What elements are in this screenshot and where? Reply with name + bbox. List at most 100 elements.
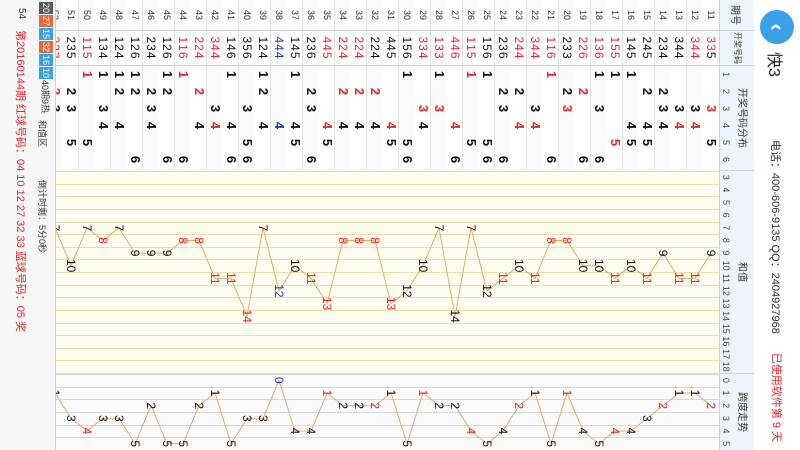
open-digit: 5 bbox=[80, 51, 94, 60]
distribution-mark: 1 bbox=[288, 70, 303, 79]
table-row[interactable]: 12 344 3 4 bbox=[686, 0, 703, 171]
table-row[interactable]: 18 136 1 3 6 bbox=[590, 0, 607, 171]
table-row[interactable]: 27 446 4 6 bbox=[446, 0, 463, 171]
table-row[interactable]: 15 245 2 4 5 bbox=[638, 0, 655, 171]
table-row[interactable]: 39 124 1 2 4 bbox=[254, 0, 271, 171]
distribution-mark: 1 bbox=[432, 70, 447, 79]
header-sum: 和值 3 4 5 6 7 8 9 10 11 12 13 14 15 16 17 18 bbox=[720, 171, 754, 374]
span-value: 2 bbox=[432, 402, 446, 409]
distribution-mark: 1 bbox=[400, 70, 415, 79]
table-row[interactable]: 17 155 1 5 bbox=[606, 0, 623, 171]
table-row[interactable]: 43 224 2 4 bbox=[190, 0, 207, 171]
issue-number: 12 bbox=[687, 0, 703, 31]
open-number: 136 bbox=[591, 31, 607, 66]
open-number: 356 bbox=[239, 31, 255, 66]
table-row[interactable]: 23 244 2 4 bbox=[510, 0, 527, 171]
distribution-mark: 3 bbox=[688, 104, 703, 113]
distribution-mark: 4 bbox=[256, 121, 271, 130]
table-row[interactable]: 28 133 1 3 bbox=[430, 0, 447, 171]
open-digit: 1 bbox=[112, 36, 126, 45]
sum-value: 11 bbox=[208, 272, 222, 285]
table-row[interactable]: 14 234 2 3 4 bbox=[654, 0, 671, 171]
contact-info: 电话：400-606-9135 QQ：2404927968 bbox=[769, 140, 781, 334]
table-row[interactable]: 19 226 2 6 bbox=[574, 0, 591, 171]
open-digit: 2 bbox=[576, 36, 590, 45]
open-digit: 1 bbox=[128, 36, 142, 45]
open-number: 156 bbox=[479, 31, 495, 66]
open-digit: 4 bbox=[256, 51, 270, 60]
table-row[interactable]: 40 356 3 5 6 bbox=[238, 0, 255, 171]
sum-value: 12 bbox=[272, 284, 286, 298]
distribution-mark: 1 bbox=[464, 70, 479, 79]
distribution-mark: 2 bbox=[512, 87, 527, 96]
table-row[interactable]: 35 445 4 5 bbox=[318, 0, 335, 171]
distribution-mark: 4 bbox=[656, 121, 671, 130]
table-row[interactable]: 22 344 3 4 bbox=[526, 0, 543, 171]
header-issue: 期号 bbox=[720, 0, 754, 31]
table-row[interactable]: 48 124 1 2 4 bbox=[110, 0, 127, 171]
table-row[interactable]: 44 116 1 6 bbox=[174, 0, 191, 171]
issue-number: 38 bbox=[271, 0, 287, 31]
table-row[interactable]: 34 224 2 4 bbox=[334, 0, 351, 171]
distribution-mark: 1 bbox=[80, 70, 95, 79]
table-row[interactable]: 41 146 1 4 6 bbox=[222, 0, 239, 171]
table-row[interactable]: 50 115 1 5 bbox=[78, 0, 95, 171]
table-row[interactable]: 20 233 2 3 bbox=[558, 0, 575, 171]
back-button[interactable]: ‹ bbox=[760, 10, 794, 44]
open-digit: 3 bbox=[432, 51, 446, 60]
sum-value: 11 bbox=[496, 272, 510, 285]
open-digit: 2 bbox=[640, 36, 654, 45]
table-row[interactable]: 26 115 1 5 bbox=[462, 0, 479, 171]
trend-grid[interactable]: 11 335 3 5 9 2 12 344 3 4 11 1 13 344 3 4 11 1 14 234 2 3 4 9 2 1… bbox=[0, 0, 719, 450]
distribution-mark: 5 bbox=[80, 138, 95, 147]
table-row[interactable]: 21 116 1 6 bbox=[542, 0, 559, 171]
issue-number: 31 bbox=[383, 0, 399, 31]
sum-value: 10 bbox=[416, 259, 430, 273]
table-row[interactable]: 31 445 4 5 bbox=[382, 0, 399, 171]
table-row[interactable]: 45 126 1 2 6 bbox=[158, 0, 175, 171]
open-digit: 5 bbox=[320, 51, 334, 60]
span-value: 1 bbox=[320, 389, 334, 397]
open-digit: 6 bbox=[544, 51, 558, 60]
table-row[interactable]: 38 444 4 bbox=[270, 0, 287, 171]
open-digit: 1 bbox=[96, 36, 110, 45]
open-digit: 6 bbox=[496, 51, 510, 60]
issue-number: 19 bbox=[575, 0, 591, 31]
table-row[interactable]: 25 156 1 5 6 bbox=[478, 0, 495, 171]
span-value: 1 bbox=[688, 389, 702, 397]
table-row[interactable]: 24 236 2 3 6 bbox=[494, 0, 511, 171]
distribution-mark: 4 bbox=[448, 121, 463, 130]
sum-value: 7 bbox=[432, 224, 446, 232]
table-row[interactable]: 16 145 1 4 5 bbox=[622, 0, 639, 171]
distribution-mark: 6 bbox=[128, 155, 143, 164]
issue-number: 42 bbox=[207, 0, 223, 31]
table-row[interactable]: 47 126 1 2 6 bbox=[126, 0, 143, 171]
table-row[interactable]: 33 224 2 4 bbox=[350, 0, 367, 171]
table-row[interactable]: 49 134 1 3 4 bbox=[94, 0, 111, 171]
open-digit: 3 bbox=[704, 44, 718, 52]
span-value: 4 bbox=[288, 427, 302, 435]
distribution-mark: 3 bbox=[704, 104, 719, 113]
open-digit: 5 bbox=[464, 51, 478, 60]
next-issue: 54 bbox=[16, 8, 27, 20]
distribution-mark: 4 bbox=[416, 121, 431, 130]
table-row[interactable]: 37 145 1 4 5 bbox=[286, 0, 303, 171]
sum-value: 11 bbox=[608, 272, 622, 285]
table-row[interactable]: 46 234 2 3 4 bbox=[142, 0, 159, 171]
open-digit: 3 bbox=[496, 44, 510, 52]
table-row[interactable]: 13 344 3 4 bbox=[670, 0, 687, 171]
table-row[interactable]: 30 156 1 5 6 bbox=[398, 0, 415, 171]
table-row[interactable]: 51 235 2 3 5 bbox=[62, 0, 79, 171]
distribution-mark: 2 bbox=[192, 87, 207, 96]
table-row[interactable]: 11 335 3 5 bbox=[702, 0, 719, 171]
distribution-mark: 1 bbox=[128, 70, 143, 79]
table-row[interactable]: 42 344 3 4 bbox=[206, 0, 223, 171]
issue-number: 28 bbox=[431, 0, 447, 31]
table-row[interactable]: 32 224 2 4 bbox=[366, 0, 383, 171]
table-row[interactable]: 36 236 2 3 6 bbox=[302, 0, 319, 171]
span-value: 4 bbox=[496, 427, 510, 435]
sum-value: 14 bbox=[240, 309, 254, 323]
stat-label: 40期9热 bbox=[40, 80, 50, 114]
open-digit: 1 bbox=[480, 36, 494, 45]
table-row[interactable]: 29 334 3 4 bbox=[414, 0, 431, 171]
